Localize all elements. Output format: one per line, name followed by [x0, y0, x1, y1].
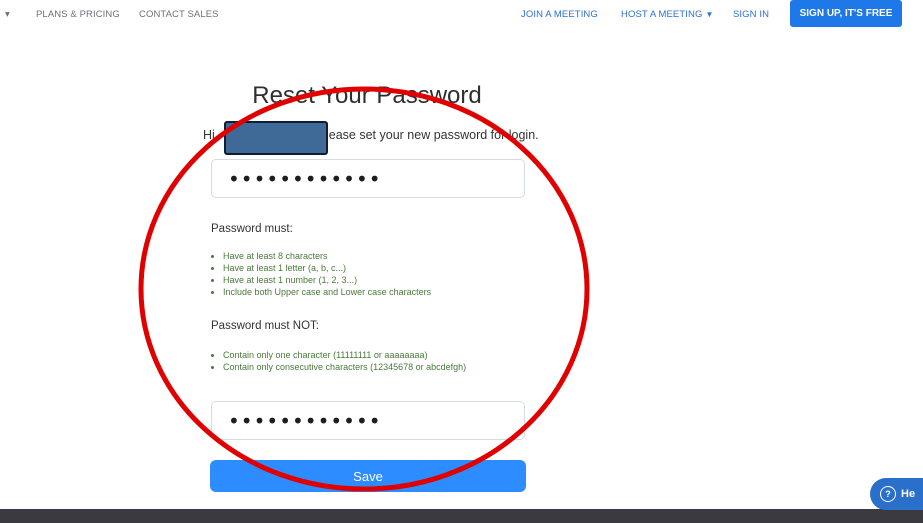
chevron-down-icon: ▼ [705, 10, 714, 19]
must-rules-title: Password must: [211, 223, 293, 235]
intro-greeting: Hi [203, 128, 215, 142]
nav-host-meeting-label: HOST A MEETING [621, 9, 703, 20]
page-title: Reset Your Password [252, 82, 482, 109]
must-not-rule-item: Contain only consecutive characters (123… [223, 361, 466, 373]
nav-host-meeting[interactable]: HOST A MEETING ▼ [621, 9, 714, 20]
must-rule-item: Have at least 8 characters [223, 250, 431, 262]
redacted-name-block [224, 121, 328, 155]
must-rules-list: Have at least 8 characters Have at least… [211, 250, 431, 298]
save-button[interactable]: Save [210, 460, 526, 492]
nav-sign-in[interactable]: SIGN IN [733, 9, 769, 20]
must-rule-item: Have at least 1 number (1, 2, 3...) [223, 274, 431, 286]
nav-join-meeting[interactable]: JOIN A MEETING [521, 9, 598, 20]
annotation-overlay [138, 86, 590, 492]
confirm-password-field[interactable] [211, 401, 525, 440]
must-not-rules-list: Contain only one character (11111111 or … [211, 349, 466, 373]
top-navigation: ▾ PLANS & PRICING CONTACT SALES JOIN A M… [0, 0, 923, 30]
signup-button[interactable]: SIGN UP, IT'S FREE [790, 0, 902, 27]
must-rule-item: Have at least 1 letter (a, b, c...) [223, 262, 431, 274]
question-circle-icon: ? [880, 486, 896, 502]
nav-contact-sales[interactable]: CONTACT SALES [139, 9, 219, 20]
help-button[interactable]: ? He [870, 478, 923, 510]
footer-bar [0, 509, 923, 523]
must-not-rule-item: Contain only one character (11111111 or … [223, 349, 466, 361]
new-password-field[interactable] [211, 159, 525, 198]
intro-message: ease set your new password for login. [328, 128, 539, 142]
must-rule-item: Include both Upper case and Lower case c… [223, 286, 431, 298]
nav-plans-pricing[interactable]: PLANS & PRICING [36, 9, 120, 20]
must-not-rules-title: Password must NOT: [211, 320, 319, 332]
nav-caret-icon[interactable]: ▾ [5, 9, 10, 20]
help-label: He [901, 488, 916, 500]
